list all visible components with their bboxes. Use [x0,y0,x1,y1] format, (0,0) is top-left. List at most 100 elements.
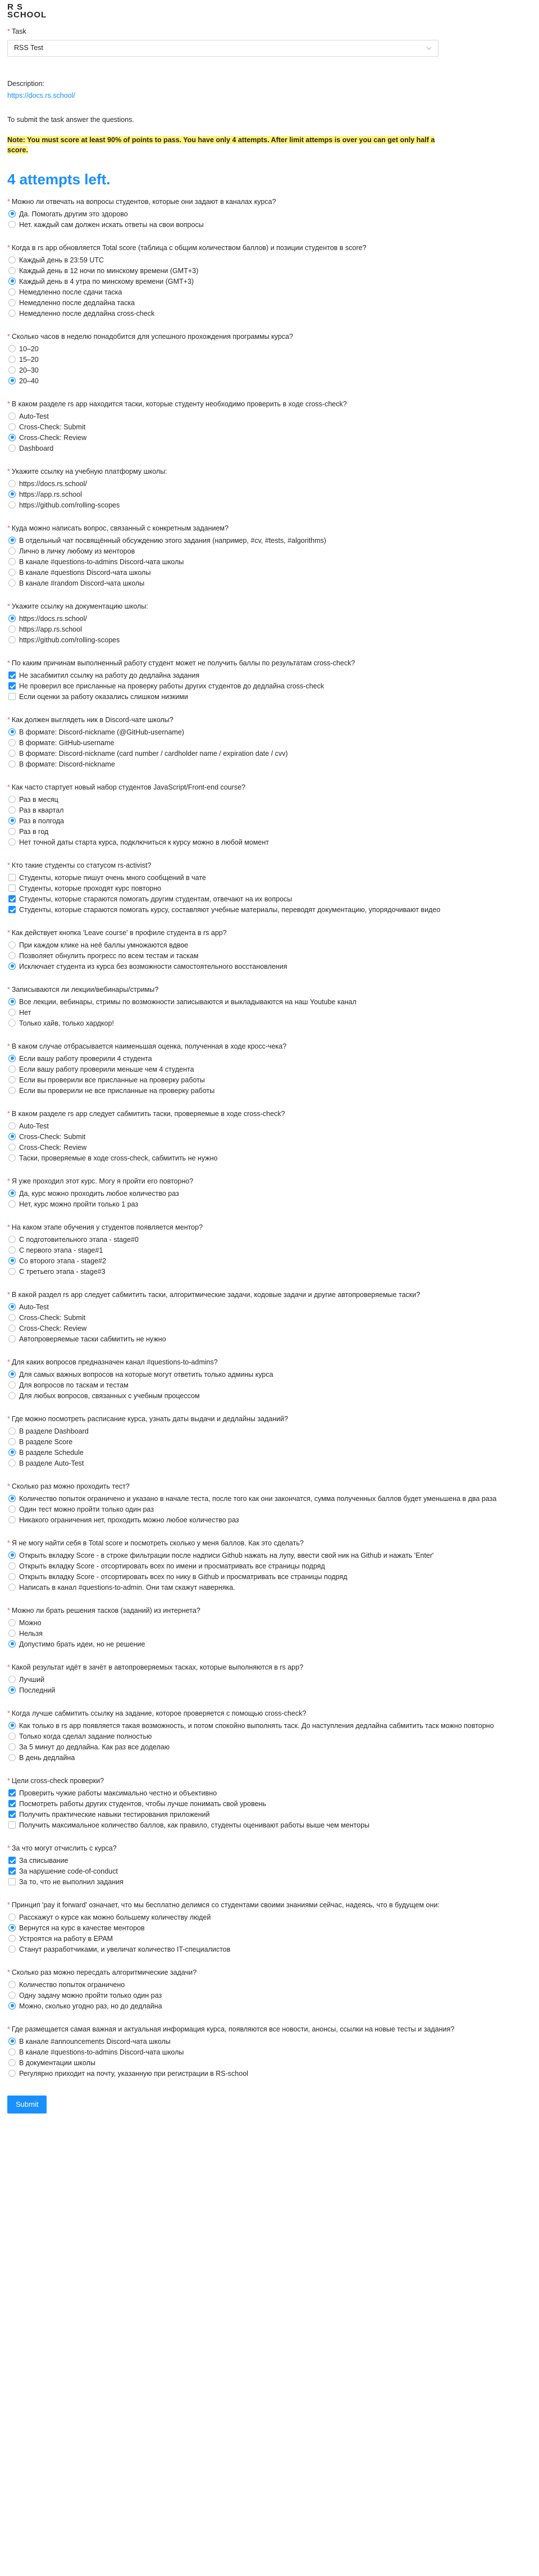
radio-option[interactable]: В канале #random Discord-чата школы [7,579,513,589]
radio-button[interactable] [8,1640,16,1648]
radio-button[interactable] [8,1189,16,1197]
radio-option[interactable]: Нельзя [7,1629,513,1640]
radio-button[interactable] [8,377,16,384]
radio-option[interactable]: https://github.com/rolling-scopes [7,636,513,646]
radio-option[interactable]: Как только в rs app появляется такая воз… [7,1721,513,1732]
checkbox[interactable] [8,905,16,913]
radio-option[interactable]: https://docs.rs.school/ [7,479,513,490]
radio-option[interactable]: В формате: Discord-nickname [7,760,513,770]
radio-option[interactable]: Можно, сколько угодно раз, но до дедлайн… [7,2002,513,2012]
radio-button[interactable] [8,1494,16,1502]
radio-option[interactable]: Раз в месяц [7,795,513,806]
radio-option[interactable]: https://app.rs.school [7,490,513,501]
radio-button[interactable] [8,838,16,846]
radio-option[interactable]: С третьего этапа - stage#3 [7,1267,513,1278]
radio-option[interactable]: Если вашу работу проверили 4 студента [7,1054,513,1065]
radio-option[interactable]: За 5 минут до дедлайна. Как раз все доде… [7,1743,513,1753]
radio-button[interactable] [8,423,16,430]
radio-button[interactable] [8,355,16,363]
radio-option[interactable]: Лично в личку любому из менторов [7,547,513,557]
radio-button[interactable] [8,817,16,824]
checkbox[interactable] [8,884,16,892]
checkbox[interactable] [8,682,16,690]
radio-button[interactable] [8,827,16,835]
radio-button[interactable] [8,547,16,555]
radio-option[interactable]: В формате: GitHub-username [7,738,513,749]
radio-option[interactable]: Все лекции, вебинары, стримы по возможно… [7,997,513,1008]
radio-button[interactable] [8,728,16,736]
radio-option[interactable]: 15–20 [7,355,513,366]
radio-option[interactable]: Раз в год [7,827,513,838]
radio-button[interactable] [8,1618,16,1626]
radio-button[interactable] [8,962,16,970]
radio-option[interactable]: Каждый день в 4 утра по минскому времени… [7,277,513,288]
radio-button[interactable] [8,412,16,420]
radio-button[interactable] [8,1934,16,1942]
radio-option[interactable]: Cross-Check: Submit [7,423,513,433]
radio-button[interactable] [8,1505,16,1513]
radio-option[interactable]: В разделе Schedule [7,1448,513,1459]
radio-option[interactable]: Позволяет обнулить прогресс по всем тест… [7,951,513,962]
radio-option[interactable]: Cross-Check: Review [7,1143,513,1154]
radio-option[interactable]: Раз в полгода [7,817,513,827]
radio-button[interactable] [8,557,16,565]
radio-button[interactable] [8,579,16,587]
radio-button[interactable] [8,1551,16,1559]
radio-option[interactable]: При каждом клике на неё баллы умножаются… [7,941,513,951]
radio-button[interactable] [8,1743,16,1750]
radio-option[interactable]: Cross-Check: Review [7,1324,513,1335]
radio-button[interactable] [8,1381,16,1389]
radio-button[interactable] [8,210,16,217]
radio-option[interactable]: Для самых важных вопросов на которые мог… [7,1370,513,1381]
radio-option[interactable]: Каждый день в 23:59 UTC [7,256,513,266]
radio-option[interactable]: Cross-Check: Submit [7,1132,513,1143]
radio-button[interactable] [8,1257,16,1264]
radio-option[interactable]: Если вашу работу проверили меньше чем 4 … [7,1065,513,1076]
radio-button[interactable] [8,1753,16,1761]
radio-option[interactable]: Количество попыток ограничено [7,1980,513,1991]
checkbox[interactable] [8,873,16,881]
checkbox[interactable] [8,1799,16,1807]
radio-option[interactable]: В день дедлайна [7,1753,513,1764]
radio-button[interactable] [8,1065,16,1073]
radio-option[interactable]: В документации школы [7,2058,513,2069]
radio-option[interactable]: В канале #questions-to-admins Discord-ча… [7,2048,513,2058]
radio-option[interactable]: Да, курс можно проходить любое количеств… [7,1189,513,1200]
radio-button[interactable] [8,568,16,576]
radio-button[interactable] [8,1246,16,1254]
radio-button[interactable] [8,636,16,643]
radio-option[interactable]: Auto-Test [7,412,513,423]
radio-button[interactable] [8,1448,16,1456]
radio-option[interactable]: 10–20 [7,344,513,355]
checkbox-option[interactable]: Проверить чужие работы максимально честн… [7,1789,513,1799]
radio-option[interactable]: Cross-Check: Review [7,433,513,444]
radio-option[interactable]: Нет [7,1008,513,1019]
radio-option[interactable]: Немедленно после дедлайна cross-check [7,309,513,320]
checkbox[interactable] [8,895,16,902]
checkbox-option[interactable]: Студенты, которые проходят курс повторно [7,884,513,895]
radio-button[interactable] [8,1980,16,1988]
radio-option[interactable]: В канале #announcements Discord-чата шко… [7,2037,513,2048]
radio-button[interactable] [8,1324,16,1332]
radio-option[interactable]: https://app.rs.school [7,625,513,636]
radio-button[interactable] [8,1132,16,1140]
radio-button[interactable] [8,1054,16,1062]
radio-button[interactable] [8,1267,16,1275]
radio-option[interactable]: В разделе Auto-Test [7,1459,513,1470]
radio-button[interactable] [8,288,16,296]
radio-button[interactable] [8,738,16,746]
radio-option[interactable]: Устроятся на работу в EPAM [7,1934,513,1945]
radio-option[interactable]: Раз в квартал [7,806,513,817]
checkbox-option[interactable]: Студенты, которые пишут очень много сооб… [7,873,513,884]
radio-option[interactable]: Нет, курс можно пройти только 1 раз [7,1200,513,1210]
description-link[interactable]: https://docs.rs.school/ [7,91,75,101]
radio-button[interactable] [8,298,16,306]
radio-option[interactable]: Да. Помогать другим это здорово [7,210,513,220]
radio-option[interactable]: С подготовительного этапа - stage#0 [7,1235,513,1246]
radio-option[interactable]: Только когда сделал задание полностью [7,1732,513,1743]
radio-option[interactable]: В разделе Score [7,1437,513,1448]
radio-button[interactable] [8,1562,16,1570]
radio-button[interactable] [8,806,16,814]
radio-option[interactable]: В разделе Dashboard [7,1427,513,1437]
radio-option[interactable]: https://github.com/rolling-scopes [7,501,513,511]
